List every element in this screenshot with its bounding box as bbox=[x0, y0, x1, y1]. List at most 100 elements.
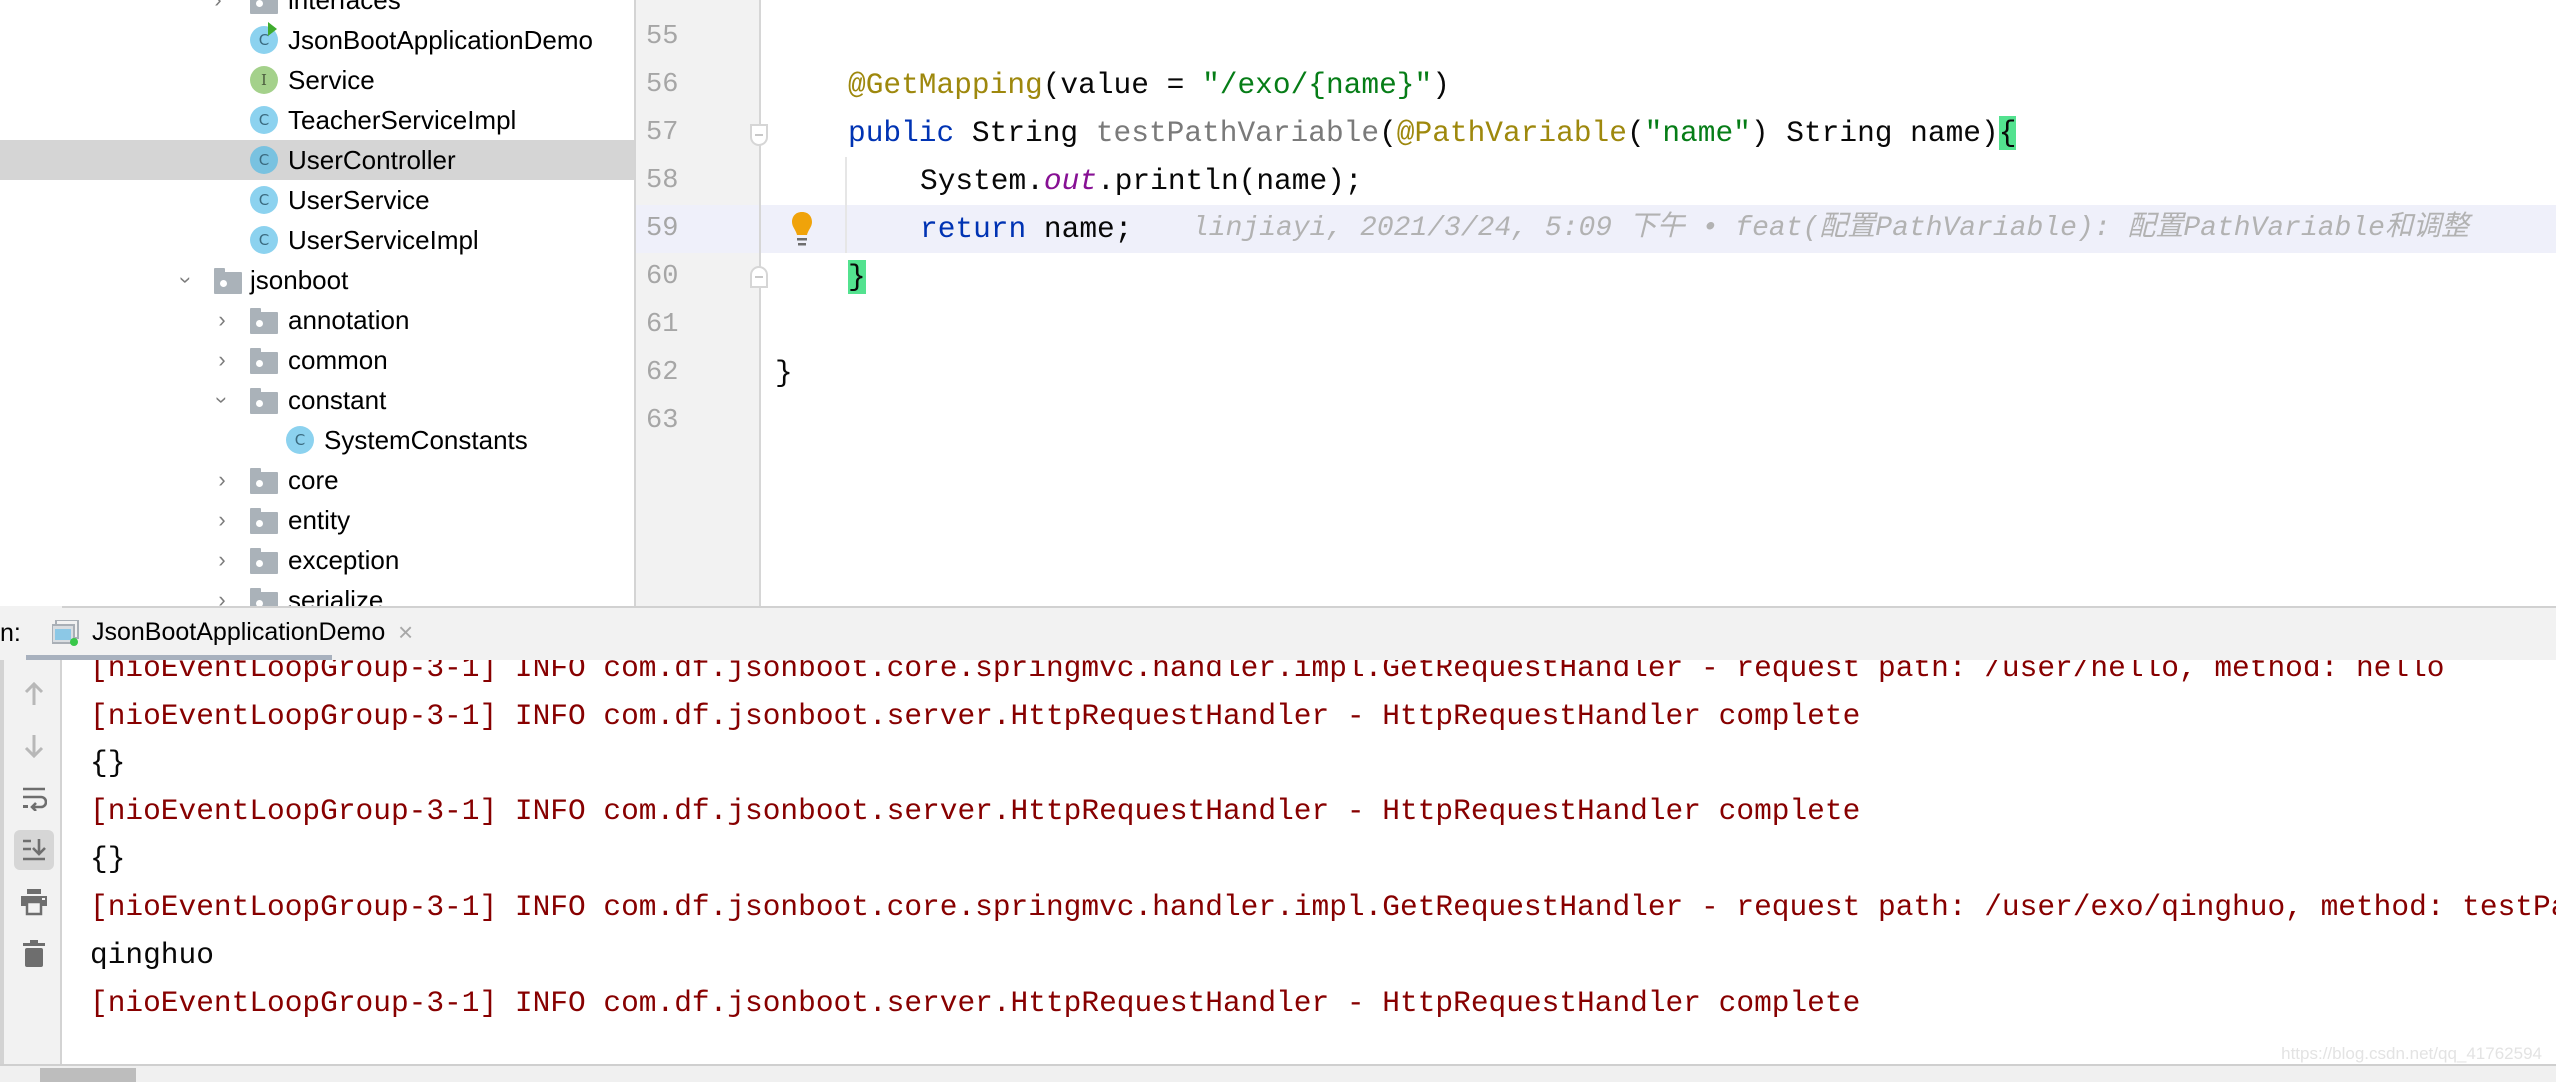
horizontal-scrollbar[interactable] bbox=[0, 1064, 2556, 1082]
interface-icon: I bbox=[250, 66, 278, 94]
tree-item-class[interactable]: C JsonBootApplicationDemo bbox=[0, 20, 634, 60]
watermark: https://blog.csdn.net/qq_41762594 bbox=[2281, 1044, 2542, 1063]
folder-icon bbox=[250, 468, 278, 494]
folder-icon bbox=[214, 268, 242, 294]
tree-item-folder[interactable]: › jsonboot bbox=[0, 260, 634, 300]
line-number: 61 bbox=[646, 310, 679, 340]
class-icon: C bbox=[286, 426, 314, 454]
trash-icon[interactable] bbox=[14, 934, 54, 974]
tree-item-folder[interactable]: › interfaces bbox=[0, 0, 634, 20]
line-number: 60 bbox=[646, 262, 679, 292]
tree-item-label: jsonboot bbox=[250, 264, 349, 295]
chevron-right-icon[interactable]: › bbox=[208, 580, 236, 606]
console-line: [nioEventLoopGroup-3-1] INFO com.df.json… bbox=[90, 794, 1861, 828]
tree-item-label: UserController bbox=[288, 144, 456, 175]
tree-item-class[interactable]: C SystemConstants bbox=[0, 420, 634, 460]
tree-item-label: UserServiceImpl bbox=[288, 224, 479, 255]
tree-item-interface[interactable]: I Service bbox=[0, 60, 634, 100]
tree-item-folder[interactable]: › exception bbox=[0, 540, 634, 580]
folder-icon bbox=[250, 508, 278, 534]
console-line: {} bbox=[90, 842, 126, 876]
active-tab-indicator bbox=[26, 655, 332, 660]
console-line: [nioEventLoopGroup-3-1] INFO com.df.json… bbox=[90, 890, 2556, 924]
fold-collapse-icon[interactable] bbox=[750, 266, 768, 288]
line-number: 57 bbox=[646, 118, 679, 148]
chevron-right-icon[interactable]: › bbox=[208, 500, 236, 540]
code-line-62[interactable]: } bbox=[775, 349, 793, 397]
tree-item-label: core bbox=[288, 464, 339, 495]
tree-item-label: interfaces bbox=[288, 0, 401, 16]
run-panel-title: n: bbox=[0, 619, 21, 647]
tree-item-folder[interactable]: › constant bbox=[0, 380, 634, 420]
console-line: qinghuo bbox=[90, 938, 214, 972]
tree-item-label: constant bbox=[288, 384, 387, 415]
run-tool-window-header-cover bbox=[62, 606, 2556, 660]
tab-label: JsonBootApplicationDemo bbox=[92, 618, 386, 646]
line-number: 62 bbox=[646, 358, 679, 388]
console-line: {} bbox=[90, 746, 126, 780]
tree-item-folder[interactable]: › serialize bbox=[0, 580, 634, 606]
tree-item-label: exception bbox=[288, 544, 400, 575]
fold-collapse-icon[interactable] bbox=[750, 124, 768, 146]
close-icon[interactable]: × bbox=[398, 608, 413, 656]
tree-item-label: SystemConstants bbox=[324, 424, 528, 455]
tree-item-label: TeacherServiceImpl bbox=[288, 104, 517, 135]
chevron-right-icon[interactable]: › bbox=[208, 300, 236, 340]
chevron-right-icon[interactable]: › bbox=[204, 0, 232, 20]
chevron-right-icon[interactable]: › bbox=[208, 540, 236, 580]
lightbulb-icon[interactable] bbox=[790, 208, 814, 250]
down-arrow-icon[interactable] bbox=[14, 726, 54, 766]
tree-item-class[interactable]: C TeacherServiceImpl bbox=[0, 100, 634, 140]
folder-icon bbox=[250, 0, 278, 14]
git-blame-inlay[interactable]: linjiayi, 2021/3/24, 5:09 下午 • feat(配置Pa… bbox=[1192, 205, 2469, 253]
console-toolbar bbox=[0, 660, 62, 1064]
tree-item-label: Service bbox=[288, 64, 375, 95]
code-line-58[interactable]: System.out.println(name); bbox=[920, 157, 1363, 205]
code-line-56[interactable]: @GetMapping(value = "/exo/{name}") bbox=[848, 61, 1450, 109]
tree-item-folder[interactable]: › core bbox=[0, 460, 634, 500]
console-line: [nioEventLoopGroup-3-1] INFO com.df.json… bbox=[90, 986, 1861, 1020]
scrollbar-thumb[interactable] bbox=[40, 1068, 136, 1082]
scroll-to-end-icon[interactable] bbox=[14, 830, 54, 870]
tree-item-label: UserService bbox=[288, 184, 430, 215]
run-console-icon bbox=[52, 620, 79, 646]
class-icon: C bbox=[250, 106, 278, 134]
up-arrow-icon[interactable] bbox=[14, 674, 54, 714]
tree-item-label: entity bbox=[288, 504, 351, 535]
folder-icon bbox=[250, 588, 278, 606]
code-line-59[interactable]: return name; bbox=[920, 205, 1132, 253]
chevron-down-icon[interactable]: › bbox=[166, 266, 206, 294]
tree-item-class-selected[interactable]: C UserController bbox=[0, 140, 634, 180]
class-icon: C bbox=[250, 186, 278, 214]
fold-guide bbox=[759, 0, 761, 606]
line-number: 56 bbox=[646, 70, 679, 100]
class-icon: C bbox=[250, 226, 278, 254]
chevron-right-icon[interactable]: › bbox=[208, 340, 236, 380]
code-line-57[interactable]: public String testPathVariable(@PathVari… bbox=[848, 109, 2017, 157]
folder-icon bbox=[250, 548, 278, 574]
chevron-down-icon[interactable]: › bbox=[202, 386, 242, 414]
soft-wrap-icon[interactable] bbox=[14, 778, 54, 818]
line-number: 59 bbox=[646, 214, 679, 244]
run-badge-icon bbox=[268, 22, 277, 36]
line-number: 63 bbox=[646, 406, 679, 436]
line-number: 55 bbox=[646, 22, 679, 52]
tree-item-label: common bbox=[288, 344, 388, 375]
tree-item-class[interactable]: C UserService bbox=[0, 180, 634, 220]
tree-item-folder[interactable]: › annotation bbox=[0, 300, 634, 340]
folder-icon bbox=[250, 388, 278, 414]
print-icon[interactable] bbox=[14, 882, 54, 922]
tree-item-folder[interactable]: › common bbox=[0, 340, 634, 380]
folder-icon bbox=[250, 308, 278, 334]
tree-item-label: JsonBootApplicationDemo bbox=[288, 24, 593, 55]
tab-run-configuration[interactable]: JsonBootApplicationDemo × bbox=[26, 608, 432, 660]
code-line-60[interactable]: } bbox=[848, 253, 866, 301]
project-tree[interactable]: › interfaces C JsonBootApplicationDemo I… bbox=[0, 0, 634, 606]
tree-item-label: annotation bbox=[288, 304, 410, 335]
console-line: [nioEventLoopGroup-3-1] INFO com.df.json… bbox=[90, 699, 1861, 733]
tree-item-folder[interactable]: › entity bbox=[0, 500, 634, 540]
tree-item-class[interactable]: C UserServiceImpl bbox=[0, 220, 634, 260]
indent-guide bbox=[845, 157, 847, 253]
chevron-right-icon[interactable]: › bbox=[208, 460, 236, 500]
line-number: 58 bbox=[646, 166, 679, 196]
